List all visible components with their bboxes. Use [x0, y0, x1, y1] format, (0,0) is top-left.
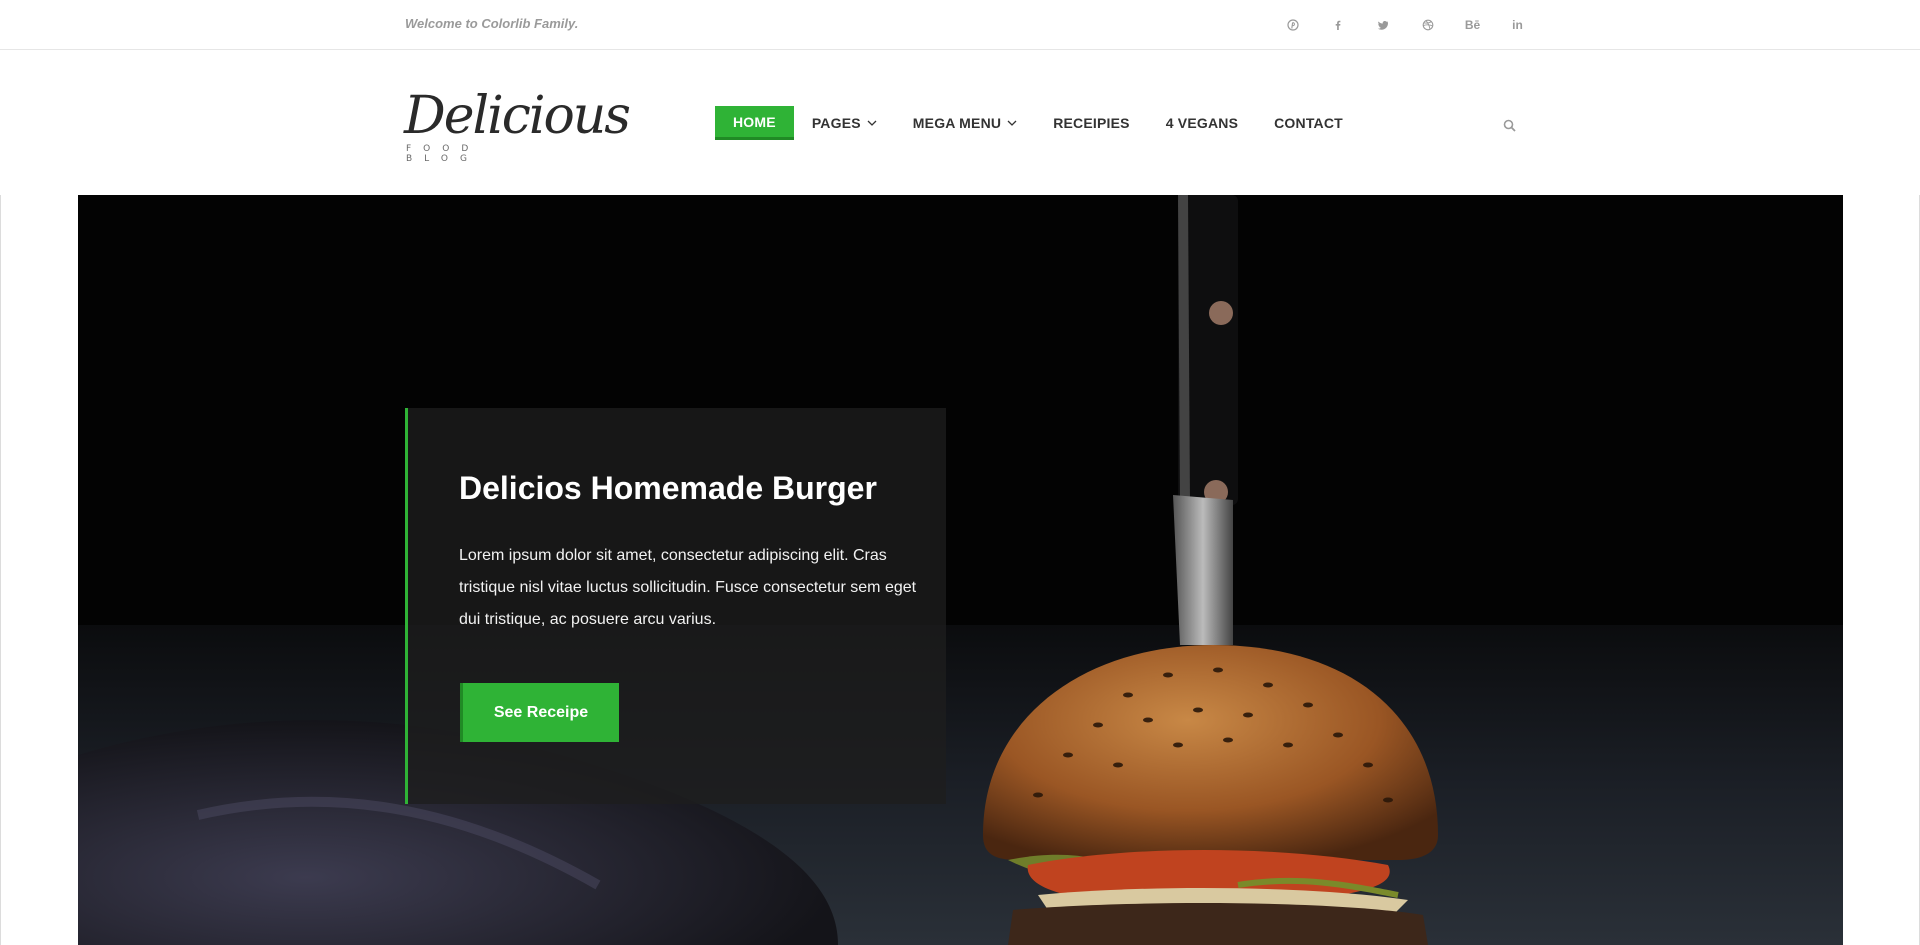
logo-tagline: FOOD BLOG	[406, 144, 481, 164]
top-bar: Welcome to Colorlib Family. Bē in	[0, 0, 1920, 50]
welcome-text: Welcome to Colorlib Family.	[405, 16, 579, 31]
hero-title: Delicios Homemade Burger	[459, 470, 877, 506]
dribbble-icon[interactable]	[1405, 17, 1450, 33]
search-icon[interactable]	[1500, 116, 1518, 134]
chevron-down-icon	[1007, 118, 1017, 128]
nav-label: RECEIPIES	[1053, 115, 1130, 131]
facebook-icon[interactable]	[1315, 17, 1360, 33]
nav-item-receipies[interactable]: RECEIPIES	[1035, 106, 1148, 140]
nav-label: HOME	[733, 113, 776, 130]
nav-label: 4 VEGANS	[1165, 115, 1239, 131]
site-header: Delicious FOOD BLOG HOME PAGES MEGA MENU…	[0, 50, 1920, 195]
nav-item-pages[interactable]: PAGES	[794, 106, 895, 140]
nav-item-4-vegans[interactable]: 4 VEGANS	[1148, 106, 1256, 140]
nav-item-contact[interactable]: CONTACT	[1256, 106, 1361, 140]
site-logo[interactable]: Delicious FOOD BLOG	[404, 86, 631, 164]
twitter-icon[interactable]	[1360, 17, 1405, 33]
see-receipe-button[interactable]: See Receipe	[460, 683, 619, 742]
behance-icon[interactable]: Bē	[1450, 17, 1495, 33]
hero-card: Delicios Homemade Burger Lorem ipsum dol…	[405, 408, 946, 804]
nav-label: MEGA MENU	[912, 115, 1002, 131]
hero-background-image	[78, 195, 1843, 945]
hero-slider: Delicios Homemade Burger Lorem ipsum dol…	[78, 195, 1843, 945]
nav-item-mega-menu[interactable]: MEGA MENU	[895, 106, 1035, 140]
nav-label: CONTACT	[1274, 115, 1343, 131]
social-links: Bē in	[1270, 17, 1540, 33]
hero-description: Lorem ipsum dolor sit amet, consectetur …	[459, 547, 917, 628]
linkedin-icon[interactable]: in	[1495, 17, 1540, 33]
pinterest-icon[interactable]	[1270, 17, 1315, 33]
nav-item-home[interactable]: HOME	[715, 106, 794, 140]
logo-wordmark: Delicious	[404, 86, 631, 146]
main-nav: HOME PAGES MEGA MENU RECEIPIES 4 VEGANS …	[715, 106, 1361, 140]
chevron-down-icon	[867, 118, 877, 128]
nav-label: PAGES	[811, 115, 861, 131]
